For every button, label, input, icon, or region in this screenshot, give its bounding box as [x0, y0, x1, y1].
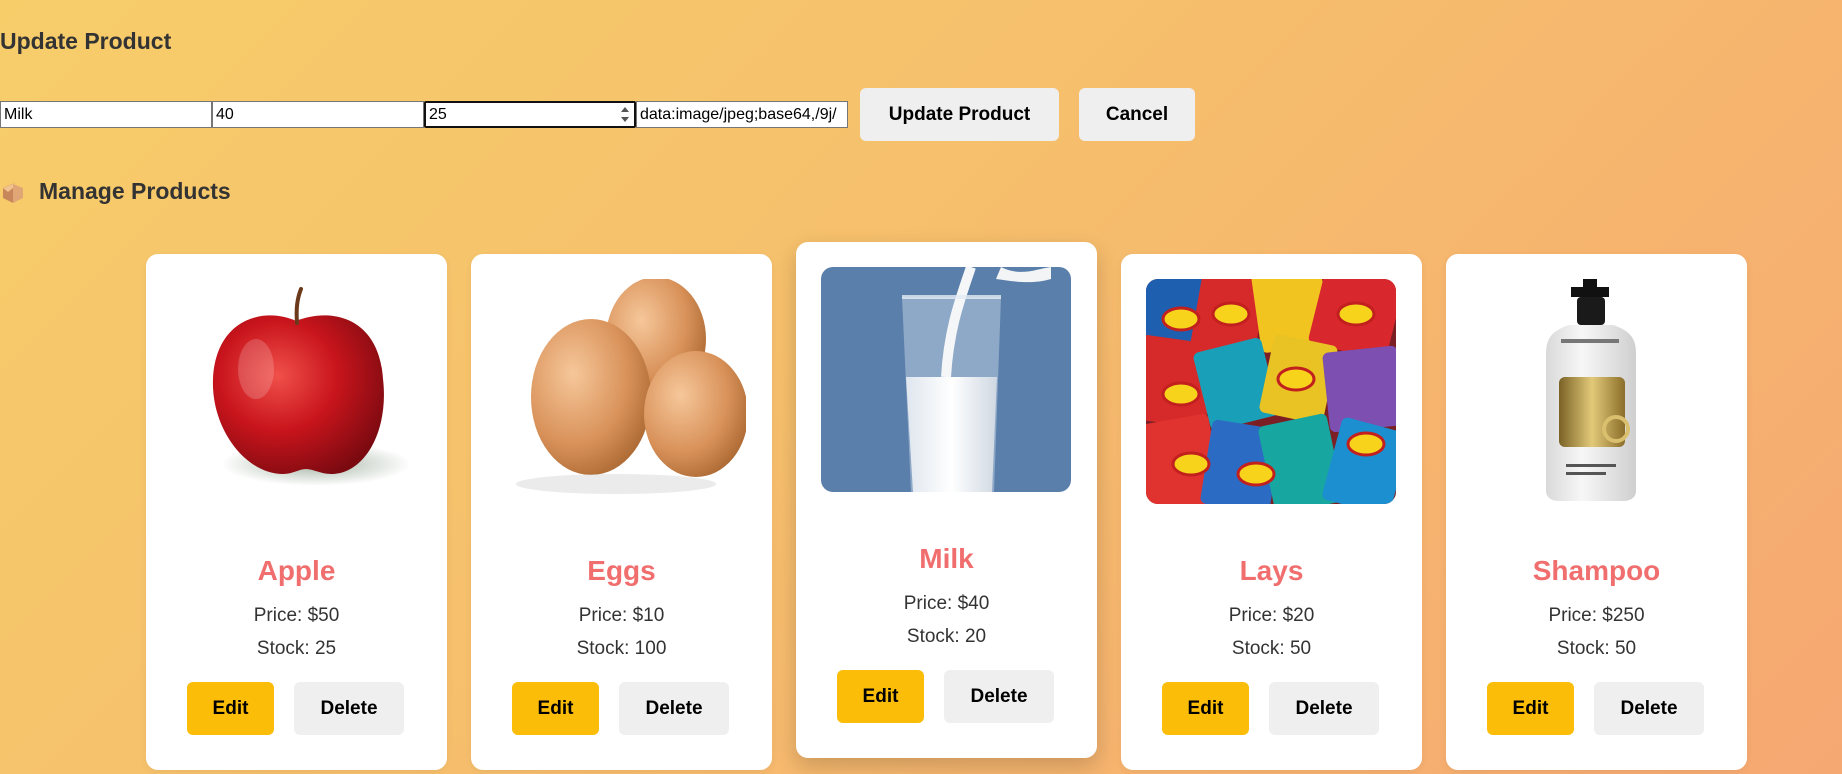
- product-stock-field: [424, 101, 636, 128]
- delete-button[interactable]: Delete: [619, 682, 729, 735]
- product-price: Price: $50: [253, 605, 340, 626]
- manage-products-heading: Manage Products: [0, 178, 231, 205]
- cancel-button[interactable]: Cancel: [1079, 88, 1195, 141]
- edit-button[interactable]: Edit: [837, 670, 924, 723]
- delete-button[interactable]: Delete: [1269, 682, 1379, 735]
- manage-products-title: Manage Products: [39, 178, 231, 204]
- product-name: Lays: [1239, 555, 1304, 586]
- edit-button[interactable]: Edit: [512, 682, 599, 735]
- product-image-input[interactable]: [636, 101, 848, 128]
- product-stock: Stock: 50: [1231, 638, 1312, 659]
- apple-image: [171, 279, 421, 504]
- product-card-shampoo: Shampoo Price: $250 Stock: 50 Edit Delet…: [1446, 254, 1747, 770]
- delete-button[interactable]: Delete: [944, 670, 1054, 723]
- eggs-image: [496, 279, 746, 504]
- product-card-eggs: Eggs Price: $10 Stock: 100 Edit Delete: [471, 254, 772, 770]
- product-name: Milk: [919, 543, 974, 574]
- product-stock: Stock: 25: [256, 638, 337, 659]
- product-price: Price: $250: [1548, 605, 1645, 626]
- product-name: Shampoo: [1532, 555, 1661, 586]
- chips-image: [1146, 279, 1396, 504]
- product-stock: Stock: 20: [906, 626, 987, 647]
- product-name: Apple: [257, 555, 336, 586]
- product-card-milk: Milk Price: $40 Stock: 20 Edit Delete: [796, 242, 1097, 758]
- product-name: Eggs: [587, 555, 656, 586]
- product-price: Price: $40: [903, 593, 990, 614]
- update-product-form: Update Product Cancel: [0, 88, 1195, 141]
- product-stock: Stock: 50: [1556, 638, 1637, 659]
- edit-button[interactable]: Edit: [1162, 682, 1249, 735]
- product-stock-input[interactable]: [424, 101, 636, 128]
- package-icon: [3, 181, 23, 203]
- product-card-lays: Lays Price: $20 Stock: 50 Edit Delete: [1121, 254, 1422, 770]
- edit-button[interactable]: Edit: [1487, 682, 1574, 735]
- product-name-input[interactable]: [0, 101, 212, 128]
- delete-button[interactable]: Delete: [294, 682, 404, 735]
- update-product-heading: Update Product: [0, 28, 172, 54]
- delete-button[interactable]: Delete: [1594, 682, 1704, 735]
- product-stock: Stock: 100: [576, 638, 667, 659]
- shampoo-image: [1471, 279, 1721, 504]
- edit-button[interactable]: Edit: [187, 682, 274, 735]
- number-spinner-icon[interactable]: [620, 105, 630, 124]
- update-product-button[interactable]: Update Product: [860, 88, 1059, 141]
- product-price: Price: $20: [1228, 605, 1315, 626]
- product-price-input[interactable]: [212, 101, 424, 128]
- product-price: Price: $10: [578, 605, 665, 626]
- product-card-apple: Apple Price: $50 Stock: 25 Edit Delete: [146, 254, 447, 770]
- milk-image: [821, 267, 1071, 492]
